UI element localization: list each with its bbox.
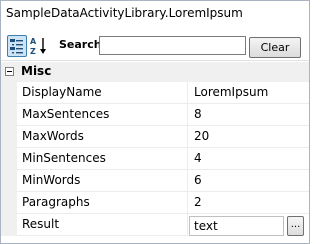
result-value-input[interactable] (189, 216, 284, 236)
property-name: MinSentences (17, 148, 188, 170)
alphabetical-sort-button[interactable]: A Z (29, 35, 49, 57)
row-gutter (1, 82, 17, 104)
search-input[interactable] (99, 36, 246, 55)
svg-text:Z: Z (30, 47, 36, 56)
property-name: Paragraphs (17, 192, 188, 214)
selected-object-title: SampleDataActivityLibrary.LoremIpsum (1, 1, 309, 29)
categorized-view-button[interactable] (7, 35, 27, 57)
row-gutter (1, 104, 17, 126)
row-gutter (1, 148, 17, 170)
expression-editor-button[interactable]: ... (287, 216, 304, 236)
property-name: DisplayName (17, 82, 188, 104)
sort-alphabetical-icon: A Z (30, 37, 46, 56)
property-row-minwords[interactable]: MinWords 6 (1, 170, 309, 192)
category-misc[interactable]: Misc (1, 62, 309, 82)
categorized-view-icon (10, 39, 23, 54)
property-grid-panel: SampleDataActivityLibrary.LoremIpsum A Z (0, 0, 310, 244)
property-row-minsentences[interactable]: MinSentences 4 (1, 148, 309, 170)
property-row-maxsentences[interactable]: MaxSentences 8 (1, 104, 309, 126)
property-row-maxwords[interactable]: MaxWords 20 (1, 126, 309, 148)
property-row-paragraphs[interactable]: Paragraphs 2 (1, 192, 309, 214)
row-gutter (1, 126, 17, 148)
collapse-icon[interactable] (5, 67, 14, 76)
svg-text:A: A (30, 37, 37, 46)
property-row-result[interactable]: Result ... (1, 214, 309, 236)
row-gutter (1, 170, 17, 192)
clear-button[interactable]: Clear (249, 37, 301, 58)
property-value[interactable]: 8 (188, 104, 309, 126)
property-value[interactable]: 6 (188, 170, 309, 192)
property-name: MinWords (17, 170, 188, 192)
property-value[interactable]: 20 (188, 126, 309, 148)
property-name: Result (17, 214, 188, 236)
property-value[interactable]: 4 (188, 148, 309, 170)
property-name: MaxSentences (17, 104, 188, 126)
property-value[interactable]: LoremIpsum (188, 82, 309, 104)
row-gutter (1, 192, 17, 214)
property-value[interactable]: 2 (188, 192, 309, 214)
category-label: Misc (21, 64, 52, 78)
property-row-displayname[interactable]: DisplayName LoremIpsum (1, 82, 309, 104)
row-gutter (1, 214, 17, 236)
property-name: MaxWords (17, 126, 188, 148)
